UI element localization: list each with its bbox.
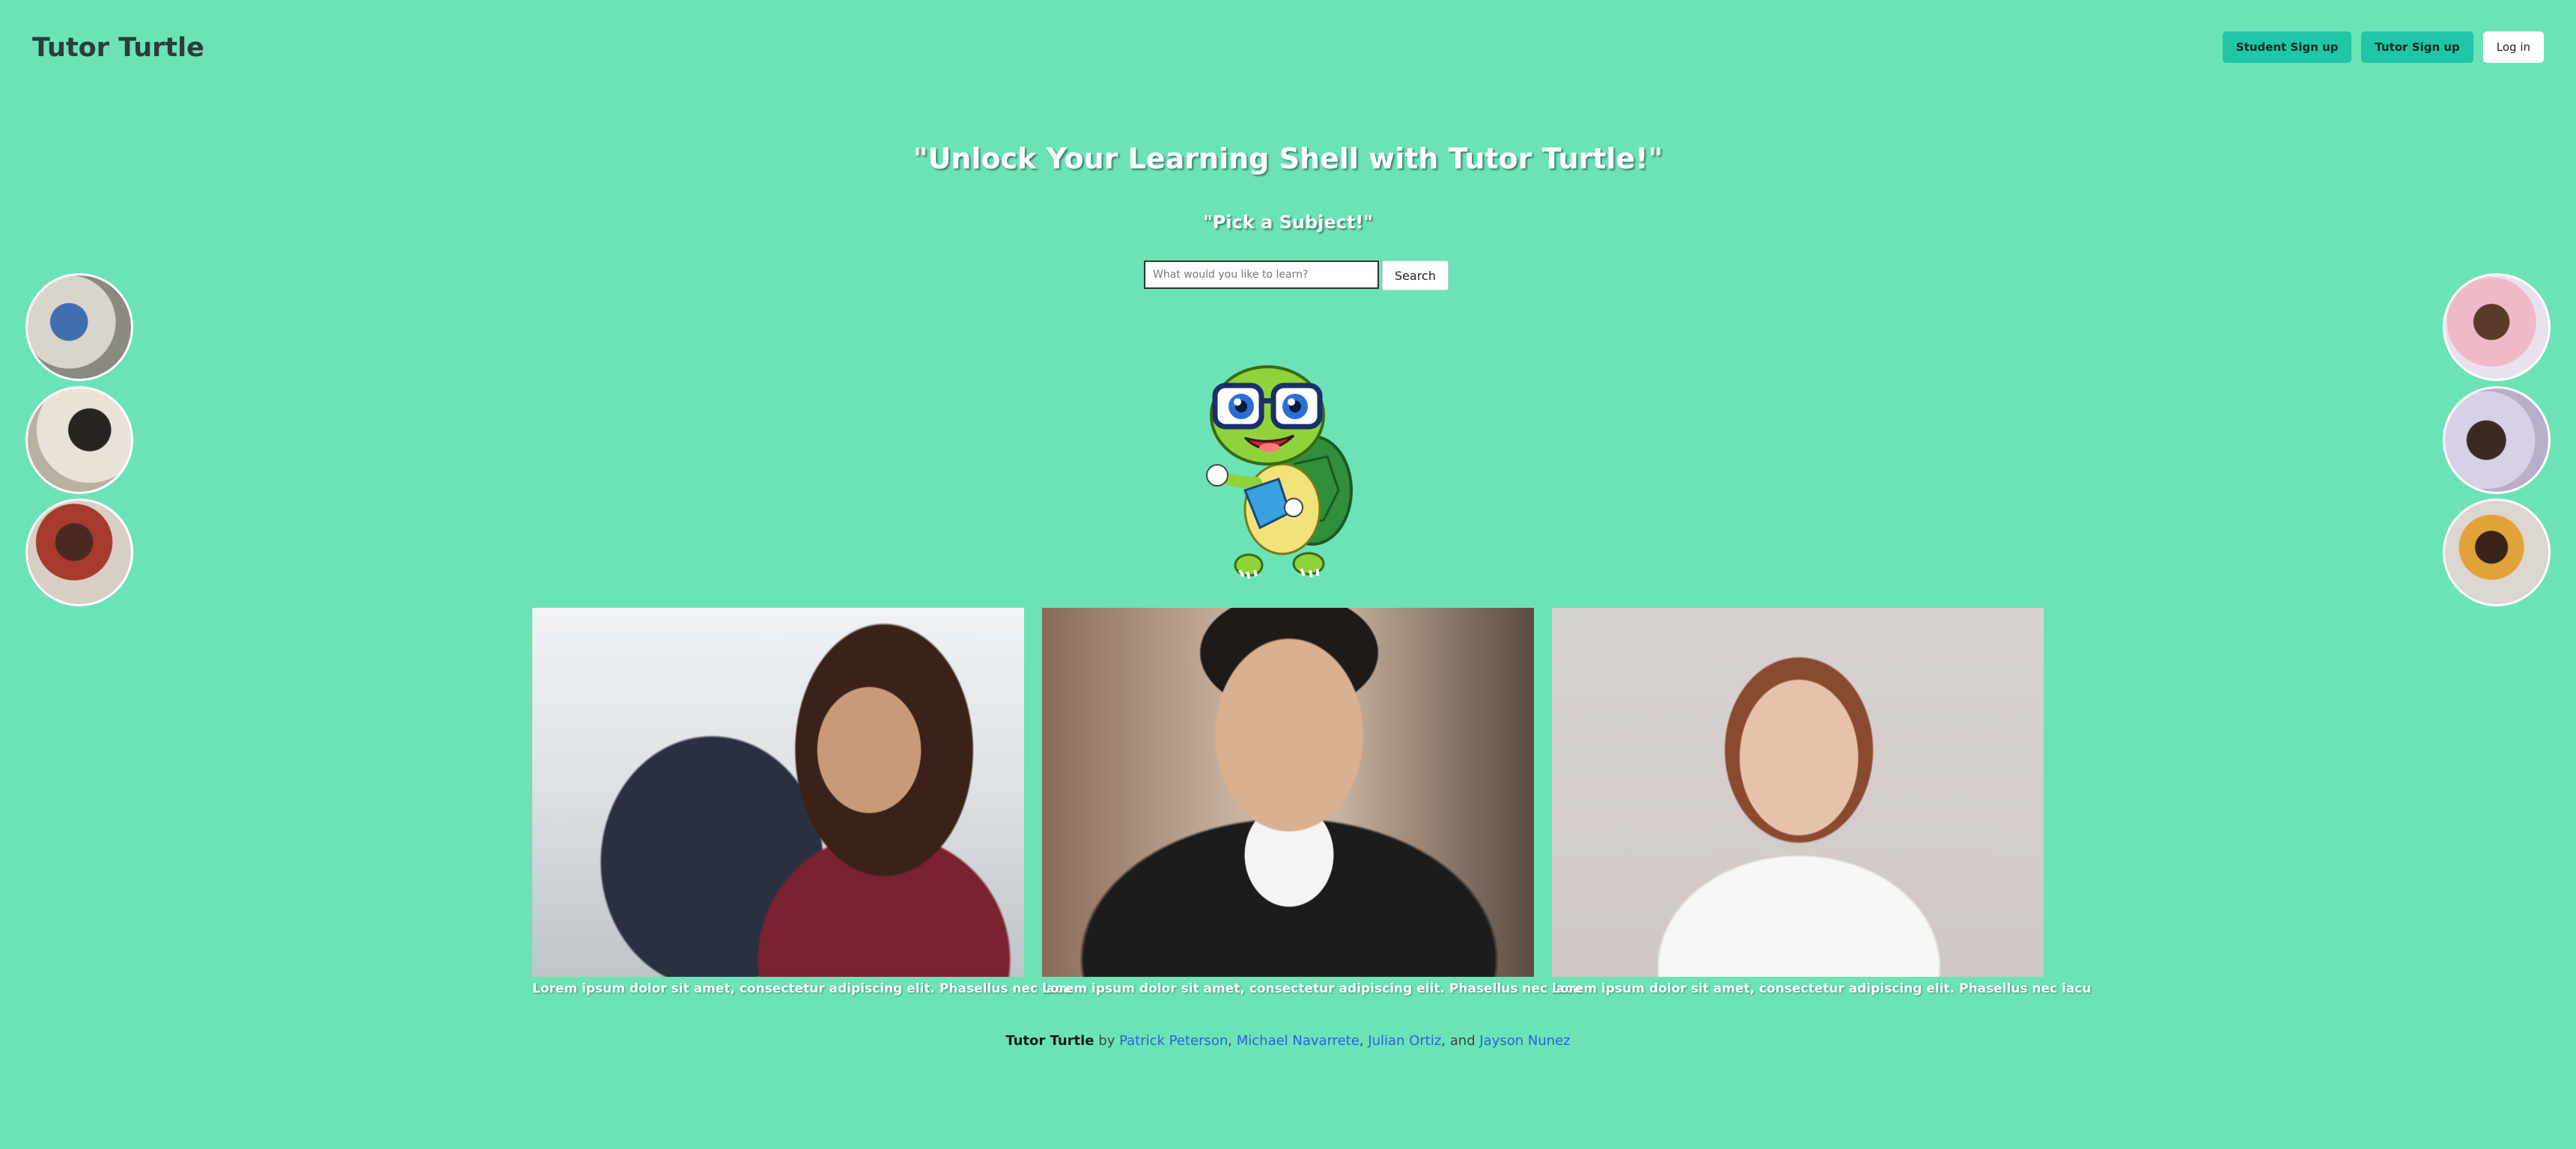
tutor-signup-button[interactable]: Tutor Sign up	[2361, 31, 2473, 63]
student-avatar	[25, 386, 133, 494]
student-signup-button[interactable]: Student Sign up	[2222, 31, 2352, 63]
tutor-photo	[1552, 608, 2044, 977]
tutor-photo	[532, 608, 1024, 977]
search-button[interactable]: Search	[1382, 260, 1449, 290]
student-avatar	[2443, 386, 2551, 494]
tutor-photo	[1042, 608, 1534, 977]
hero-headline: "Unlock Your Learning Shell with Tutor T…	[913, 142, 1663, 175]
author-link[interactable]: Michael Navarrete	[1237, 1033, 1359, 1049]
hero-subhead: "Pick a Subject!"	[1203, 212, 1373, 233]
turtle-mascot-image	[1206, 365, 1353, 579]
subject-search: Search	[1144, 260, 1449, 290]
site-footer: Tutor Turtle by Patrick Peterson, Michae…	[1005, 1033, 1571, 1049]
tutor-card[interactable]: Lorem ipsum dolor sit amet, consectetur …	[532, 608, 1072, 996]
tutor-card[interactable]: Lorem ipsum dolor sit amet, consectetur …	[1042, 608, 1582, 996]
tutor-caption: Lorem ipsum dolor sit amet, consectetur …	[1042, 981, 1582, 996]
author-link[interactable]: Jayson Nunez	[1479, 1033, 1570, 1049]
student-avatar	[25, 499, 133, 606]
student-avatar	[25, 273, 133, 381]
site-logo-text[interactable]: Tutor Turtle	[32, 33, 204, 63]
author-link[interactable]: Patrick Peterson	[1119, 1033, 1228, 1049]
footer-brand: Tutor Turtle	[1005, 1033, 1094, 1049]
tutor-caption: Lorem ipsum dolor sit amet, consectetur …	[1552, 981, 2092, 996]
footer-by: by	[1098, 1033, 1115, 1049]
tutor-cards: Lorem ipsum dolor sit amet, consectetur …	[532, 608, 2092, 996]
footer-and: and	[1449, 1033, 1476, 1049]
tutor-card[interactable]: Lorem ipsum dolor sit amet, consectetur …	[1552, 608, 2092, 996]
tutor-caption: Lorem ipsum dolor sit amet, consectetur …	[532, 981, 1072, 996]
login-button[interactable]: Log in	[2482, 31, 2544, 63]
search-input[interactable]	[1144, 260, 1379, 289]
author-link[interactable]: Julian Ortiz	[1368, 1033, 1441, 1049]
student-avatar	[2443, 499, 2551, 606]
top-nav: Student Sign up Tutor Sign up Log in	[2222, 31, 2544, 63]
student-avatar	[2443, 273, 2551, 381]
